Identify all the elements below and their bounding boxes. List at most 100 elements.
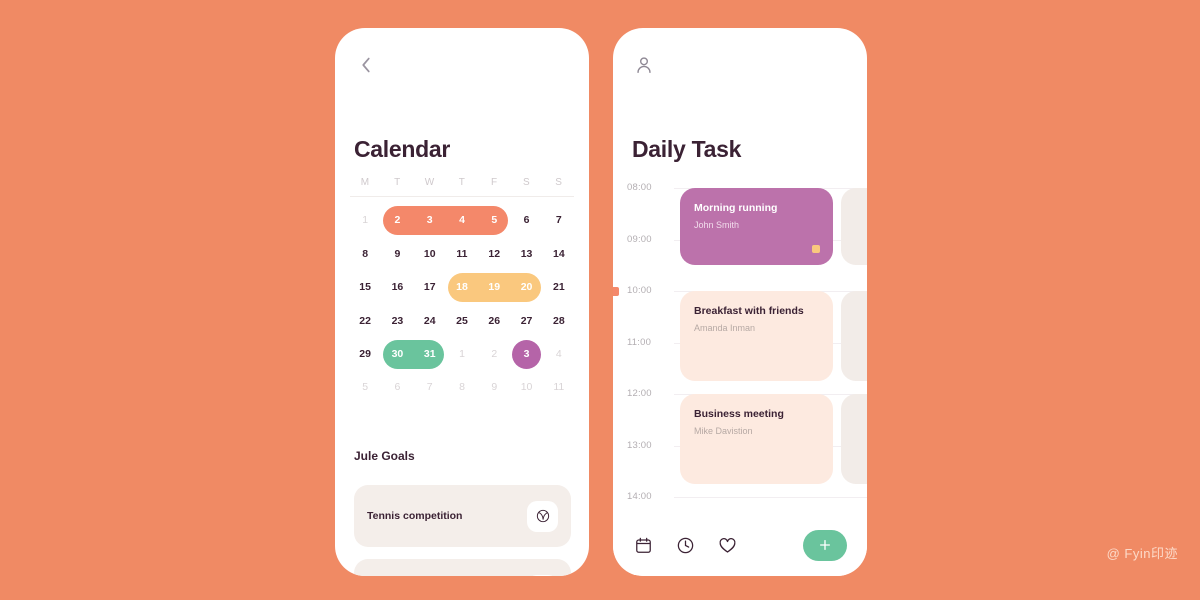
weekday-label: T	[394, 177, 401, 188]
task-status-badge	[812, 245, 820, 254]
hour-label: 09:00	[627, 233, 652, 245]
hour-label: 10:00	[627, 285, 652, 296]
weekday-label: M	[360, 177, 370, 188]
calendar-day-cell[interactable]: 29	[349, 349, 381, 360]
calendar-day-cell[interactable]: 1	[349, 215, 381, 226]
page-title: Calendar	[354, 136, 451, 162]
calendar-day-cell[interactable]: 12	[478, 249, 510, 260]
heart-icon[interactable]	[717, 535, 737, 555]
goals-section-title: Jule Goals	[354, 449, 415, 463]
calendar-day-cell[interactable]: 14	[543, 249, 575, 260]
calendar-week-row: 5 6 7 8 9 10 11	[349, 371, 575, 404]
weekday-label: F	[491, 177, 498, 188]
hour-label: 08:00	[627, 182, 652, 193]
headphones-icon	[527, 574, 558, 576]
calendar-day-cell[interactable]: 13	[510, 249, 542, 260]
calendar-weeks: 1 2 3 4 5 6 7 8 9 10 11 12 13 14 15 16 17 18 19 20 21 22 23 24 2…	[349, 204, 575, 404]
task-card[interactable]: Business meeting Mike Davistion	[680, 394, 833, 485]
calendar-day-cell[interactable]: 9	[478, 382, 510, 393]
calendar-day-cell[interactable]: 7	[543, 215, 575, 226]
calendar-day-cell[interactable]: 7	[414, 382, 446, 393]
calendar-day-cell[interactable]: 18	[446, 282, 478, 293]
calendar-day-cell[interactable]: 15	[349, 282, 381, 293]
calendar-day-cell[interactable]: 16	[381, 282, 413, 293]
calendar-week-row: 29 30 31 1 2 3 4	[349, 338, 575, 371]
timeline-hour-row: 14:00	[613, 491, 867, 502]
task-card[interactable]: Morning running John Smith	[680, 188, 833, 266]
task-title: Breakfast with friends	[694, 305, 804, 317]
calendar-day-cell[interactable]: 10	[414, 249, 446, 260]
calendar-day-cell[interactable]: 10	[510, 382, 542, 393]
calendar-divider	[350, 196, 574, 197]
calendar-day-cell[interactable]: 1	[446, 349, 478, 360]
calendar-day-cell[interactable]: 6	[510, 215, 542, 226]
calendar-day-cell[interactable]: 22	[349, 316, 381, 327]
calendar-week-row: 8 9 10 11 12 13 14	[349, 237, 575, 270]
calendar-day-cell[interactable]: 24	[414, 316, 446, 327]
calendar-day-cell[interactable]: 27	[510, 316, 542, 327]
goal-card[interactable]: Tennis competition	[354, 485, 571, 547]
goal-card[interactable]: Meeting with musicians	[354, 559, 571, 576]
calendar-grid: MTWTFSS 1 2 3 4 5 6 7 8 9 10 11 12 13 14 15 16 17 18 19 20 2…	[349, 170, 575, 404]
goal-label: Tennis competition	[367, 510, 463, 522]
calendar-day-cell[interactable]: 28	[543, 316, 575, 327]
hour-label: 14:00	[627, 491, 652, 502]
daily-task-phone-screen: Daily Task 08:00 09:00 10:00 11:00 12:00 13:0…	[613, 28, 867, 576]
calendar-day-cell[interactable]: 2	[381, 215, 413, 226]
calendar-day-cell[interactable]: 6	[381, 382, 413, 393]
calendar-day-cell[interactable]: 2	[478, 349, 510, 360]
calendar-phone-screen: Calendar MTWTFSS 1 2 3 4 5 6 7 8 9 10 11 12 13 14 15 16…	[335, 28, 589, 576]
calendar-weekday-header: MTWTFSS	[349, 170, 575, 196]
calendar-day-cell[interactable]: 4	[543, 349, 575, 360]
calendar-day-cell[interactable]: 31	[414, 349, 446, 360]
weekday-label: S	[555, 177, 563, 188]
adjacent-task-card[interactable]	[841, 291, 867, 382]
hour-label: 12:00	[627, 388, 652, 399]
calendar-day-cell[interactable]: 21	[543, 282, 575, 293]
calendar-day-cell[interactable]: 8	[446, 382, 478, 393]
calendar-week-row: 1234567	[349, 204, 575, 237]
task-card[interactable]: Breakfast with friends Amanda Inman	[680, 291, 833, 382]
task-title: Morning running	[694, 202, 778, 214]
task-person: Mike Davistion	[694, 425, 753, 436]
page-title: Daily Task	[632, 136, 742, 162]
calendar-day-cell[interactable]: 11	[446, 249, 478, 260]
task-timeline: 08:00 09:00 10:00 11:00 12:00 13:00 14:00 Morni…	[613, 182, 867, 514]
calendar-week-row: 22 23 24 25 26 27 28	[349, 304, 575, 337]
weekday-label: W	[424, 177, 435, 188]
task-person: Amanda Inman	[694, 322, 756, 333]
chevron-left-icon[interactable]	[355, 54, 377, 76]
calendar-day-cell[interactable]: 23	[381, 316, 413, 327]
clock-icon[interactable]	[675, 535, 695, 555]
tennis-ball-icon	[527, 500, 558, 532]
add-task-button[interactable]	[803, 529, 847, 561]
person-icon[interactable]	[633, 54, 655, 76]
calendar-icon[interactable]	[633, 535, 653, 555]
adjacent-task-card[interactable]	[841, 188, 867, 266]
calendar-day-cell[interactable]: 30	[381, 349, 413, 360]
calendar-day-cell[interactable]: 3	[414, 215, 446, 226]
task-person: John Smith	[694, 219, 740, 230]
calendar-day-cell[interactable]: 20	[510, 282, 542, 293]
calendar-day-cell[interactable]: 11	[543, 382, 575, 393]
calendar-day-cell[interactable]: 5	[478, 215, 510, 226]
hour-label: 11:00	[627, 336, 652, 348]
calendar-day-cell[interactable]: 9	[381, 249, 413, 260]
calendar-day-cell[interactable]: 26	[478, 316, 510, 327]
calendar-day-cell[interactable]: 3	[510, 349, 542, 360]
adjacent-task-card[interactable]	[841, 394, 867, 485]
calendar-week-row: 15 16 17 18 19 20 21	[349, 271, 575, 304]
calendar-day-cell[interactable]: 8	[349, 249, 381, 260]
task-title: Business meeting	[694, 408, 784, 420]
hour-gridline	[674, 497, 867, 498]
watermark: @ Fyin印迹	[1106, 546, 1178, 561]
calendar-day-cell[interactable]: 5	[349, 382, 381, 393]
calendar-day-cell[interactable]: 25	[446, 316, 478, 327]
hour-label: 13:00	[627, 439, 652, 451]
calendar-day-cell[interactable]: 4	[446, 215, 478, 226]
calendar-day-cell[interactable]: 17	[414, 282, 446, 293]
bottom-navigation	[613, 514, 867, 576]
current-time-marker	[613, 287, 619, 296]
calendar-day-cell[interactable]: 19	[478, 282, 510, 293]
weekday-label: T	[458, 177, 466, 188]
